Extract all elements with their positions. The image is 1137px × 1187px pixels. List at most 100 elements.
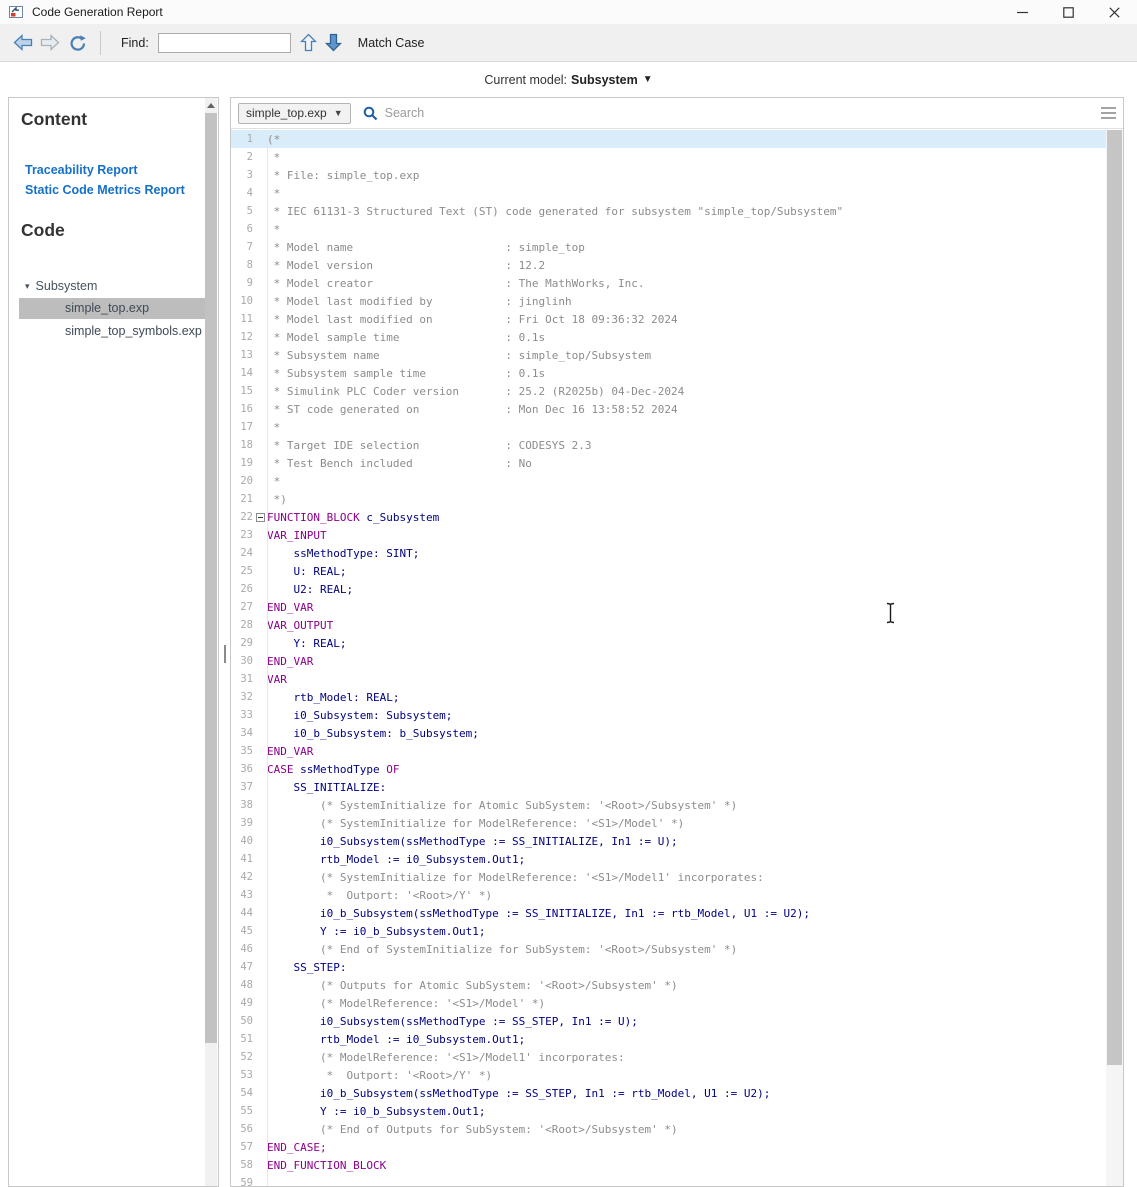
- forward-button[interactable]: [40, 34, 60, 51]
- file-selector-dropdown[interactable]: simple_top.exp ▼: [238, 103, 351, 124]
- app-icon: [8, 4, 24, 20]
- code-line-5[interactable]: 5 * IEC 61131-3 Structured Text (ST) cod…: [231, 202, 1106, 220]
- code-line-7[interactable]: 7 * Model name : simple_top: [231, 238, 1106, 256]
- code-line-52[interactable]: 52 (* ModelReference: '<S1>/Model1' inco…: [231, 1048, 1106, 1066]
- maximize-button[interactable]: [1045, 0, 1091, 24]
- static-code-metrics-report-link[interactable]: Static Code Metrics Report: [25, 183, 185, 197]
- code-line-33[interactable]: 33 i0_Subsystem: Subsystem;: [231, 706, 1106, 724]
- code-line-55[interactable]: 55 Y := i0_b_Subsystem.Out1;: [231, 1102, 1106, 1120]
- code-line-38[interactable]: 38 (* SystemInitialize for Atomic SubSys…: [231, 796, 1106, 814]
- line-number: 10: [231, 295, 253, 307]
- code-line-51[interactable]: 51 rtb_Model := i0_Subsystem.Out1;: [231, 1030, 1106, 1048]
- search-input[interactable]: Search: [385, 106, 1101, 120]
- find-next-button[interactable]: [325, 33, 342, 52]
- line-number: 37: [231, 781, 253, 793]
- code-line-44[interactable]: 44 i0_b_Subsystem(ssMethodType := SS_INI…: [231, 904, 1106, 922]
- traceability-report-link[interactable]: Traceability Report: [25, 163, 138, 177]
- code-line-19[interactable]: 19 * Test Bench included : No: [231, 454, 1106, 472]
- code-line-21[interactable]: 21 *): [231, 490, 1106, 508]
- code-line-41[interactable]: 41 rtb_Model := i0_Subsystem.Out1;: [231, 850, 1106, 868]
- code-line-17[interactable]: 17 *: [231, 418, 1106, 436]
- code-line-22[interactable]: 22FUNCTION_BLOCK c_Subsystem: [231, 508, 1106, 526]
- code-line-36[interactable]: 36CASE ssMethodType OF: [231, 760, 1106, 778]
- code-line-29[interactable]: 29 Y: REAL;: [231, 634, 1106, 652]
- line-number: 52: [231, 1051, 253, 1063]
- sidebar-scrollbar[interactable]: [205, 98, 217, 1186]
- code-line-42[interactable]: 42 (* SystemInitialize for ModelReferenc…: [231, 868, 1106, 886]
- code-line-39[interactable]: 39 (* SystemInitialize for ModelReferenc…: [231, 814, 1106, 832]
- panel-splitter[interactable]: [224, 645, 226, 663]
- code-line-28[interactable]: 28VAR_OUTPUT: [231, 616, 1106, 634]
- tree-collapse-icon[interactable]: ▾: [25, 281, 30, 292]
- line-number: 50: [231, 1015, 253, 1027]
- code-line-58[interactable]: 58END_FUNCTION_BLOCK: [231, 1156, 1106, 1174]
- match-case-toggle[interactable]: Match Case: [358, 36, 425, 50]
- fold-toggle-icon[interactable]: [256, 513, 265, 522]
- code-line-37[interactable]: 37 SS_INITIALIZE:: [231, 778, 1106, 796]
- refresh-button[interactable]: [68, 34, 88, 52]
- code-line-43[interactable]: 43 * Outport: '<Root>/Y' *): [231, 886, 1106, 904]
- code-line-59[interactable]: 59: [231, 1174, 1106, 1186]
- code-scrollbar[interactable]: [1106, 130, 1123, 1186]
- code-line-11[interactable]: 11 * Model last modified on : Fri Oct 18…: [231, 310, 1106, 328]
- code-lines: 1(*2 *3 * File: simple_top.exp4 *5 * IEC…: [231, 130, 1106, 1186]
- code-line-31[interactable]: 31VAR: [231, 670, 1106, 688]
- code-line-34[interactable]: 34 i0_b_Subsystem: b_Subsystem;: [231, 724, 1106, 742]
- code-line-30[interactable]: 30END_VAR: [231, 652, 1106, 670]
- code-line-26[interactable]: 26 U2: REAL;: [231, 580, 1106, 598]
- model-dropdown-caret-icon[interactable]: ▼: [643, 74, 653, 85]
- code-panel-topbar: simple_top.exp ▼ Search: [231, 98, 1123, 129]
- minimize-button[interactable]: [999, 0, 1045, 24]
- code-line-18[interactable]: 18 * Target IDE selection : CODESYS 2.3: [231, 436, 1106, 454]
- code-line-47[interactable]: 47 SS_STEP:: [231, 958, 1106, 976]
- code-line-40[interactable]: 40 i0_Subsystem(ssMethodType := SS_INITI…: [231, 832, 1106, 850]
- code-line-15[interactable]: 15 * Simulink PLC Coder version : 25.2 (…: [231, 382, 1106, 400]
- code-heading: Code: [21, 220, 65, 241]
- find-previous-button[interactable]: [300, 33, 317, 52]
- code-line-14[interactable]: 14 * Subsystem sample time : 0.1s: [231, 364, 1106, 382]
- code-line-13[interactable]: 13 * Subsystem name : simple_top/Subsyst…: [231, 346, 1106, 364]
- code-line-46[interactable]: 46 (* End of SystemInitialize for SubSys…: [231, 940, 1106, 958]
- code-line-27[interactable]: 27END_VAR: [231, 598, 1106, 616]
- scrollbar-up-icon[interactable]: [205, 98, 217, 113]
- tree-item-simple_top_symbols.exp[interactable]: simple_top_symbols.exp: [19, 321, 207, 342]
- code-line-1[interactable]: 1(*: [231, 130, 1106, 148]
- close-button[interactable]: [1091, 0, 1137, 24]
- code-line-24[interactable]: 24 ssMethodType: SINT;: [231, 544, 1106, 562]
- code-line-54[interactable]: 54 i0_b_Subsystem(ssMethodType := SS_STE…: [231, 1084, 1106, 1102]
- code-line-6[interactable]: 6 *: [231, 220, 1106, 238]
- code-line-25[interactable]: 25 U: REAL;: [231, 562, 1106, 580]
- current-model-value[interactable]: Subsystem: [571, 73, 638, 87]
- code-line-45[interactable]: 45 Y := i0_b_Subsystem.Out1;: [231, 922, 1106, 940]
- code-line-2[interactable]: 2 *: [231, 148, 1106, 166]
- code-line-23[interactable]: 23VAR_INPUT: [231, 526, 1106, 544]
- code-line-56[interactable]: 56 (* End of Outputs for SubSystem: '<Ro…: [231, 1120, 1106, 1138]
- code-line-50[interactable]: 50 i0_Subsystem(ssMethodType := SS_STEP,…: [231, 1012, 1106, 1030]
- code-scrollbar-thumb[interactable]: [1107, 130, 1122, 1065]
- code-line-48[interactable]: 48 (* Outputs for Atomic SubSystem: '<Ro…: [231, 976, 1106, 994]
- code-line-9[interactable]: 9 * Model creator : The MathWorks, Inc.: [231, 274, 1106, 292]
- line-number: 12: [231, 331, 253, 343]
- tree-node-subsystem[interactable]: ▾ Subsystem: [9, 276, 207, 296]
- code-line-57[interactable]: 57END_CASE;: [231, 1138, 1106, 1156]
- line-number: 31: [231, 673, 253, 685]
- code-line-53[interactable]: 53 * Outport: '<Root>/Y' *): [231, 1066, 1106, 1084]
- back-button[interactable]: [13, 34, 33, 51]
- code-line-32[interactable]: 32 rtb_Model: REAL;: [231, 688, 1106, 706]
- menu-icon[interactable]: [1101, 107, 1116, 119]
- line-number: 49: [231, 997, 253, 1009]
- code-line-12[interactable]: 12 * Model sample time : 0.1s: [231, 328, 1106, 346]
- code-line-49[interactable]: 49 (* ModelReference: '<S1>/Model' *): [231, 994, 1106, 1012]
- current-model-bar: Current model: Subsystem ▼: [0, 62, 1137, 97]
- code-line-35[interactable]: 35END_VAR: [231, 742, 1106, 760]
- find-input[interactable]: [158, 33, 291, 53]
- sidebar-scrollbar-thumb[interactable]: [205, 113, 217, 1043]
- code-line-10[interactable]: 10 * Model last modified by : jinglinh: [231, 292, 1106, 310]
- code-line-4[interactable]: 4 *: [231, 184, 1106, 202]
- code-line-8[interactable]: 8 * Model version : 12.2: [231, 256, 1106, 274]
- code-line-16[interactable]: 16 * ST code generated on : Mon Dec 16 1…: [231, 400, 1106, 418]
- tree-item-simple_top.exp[interactable]: simple_top.exp: [19, 298, 207, 319]
- line-number: 1: [231, 133, 253, 145]
- code-line-3[interactable]: 3 * File: simple_top.exp: [231, 166, 1106, 184]
- code-line-20[interactable]: 20 *: [231, 472, 1106, 490]
